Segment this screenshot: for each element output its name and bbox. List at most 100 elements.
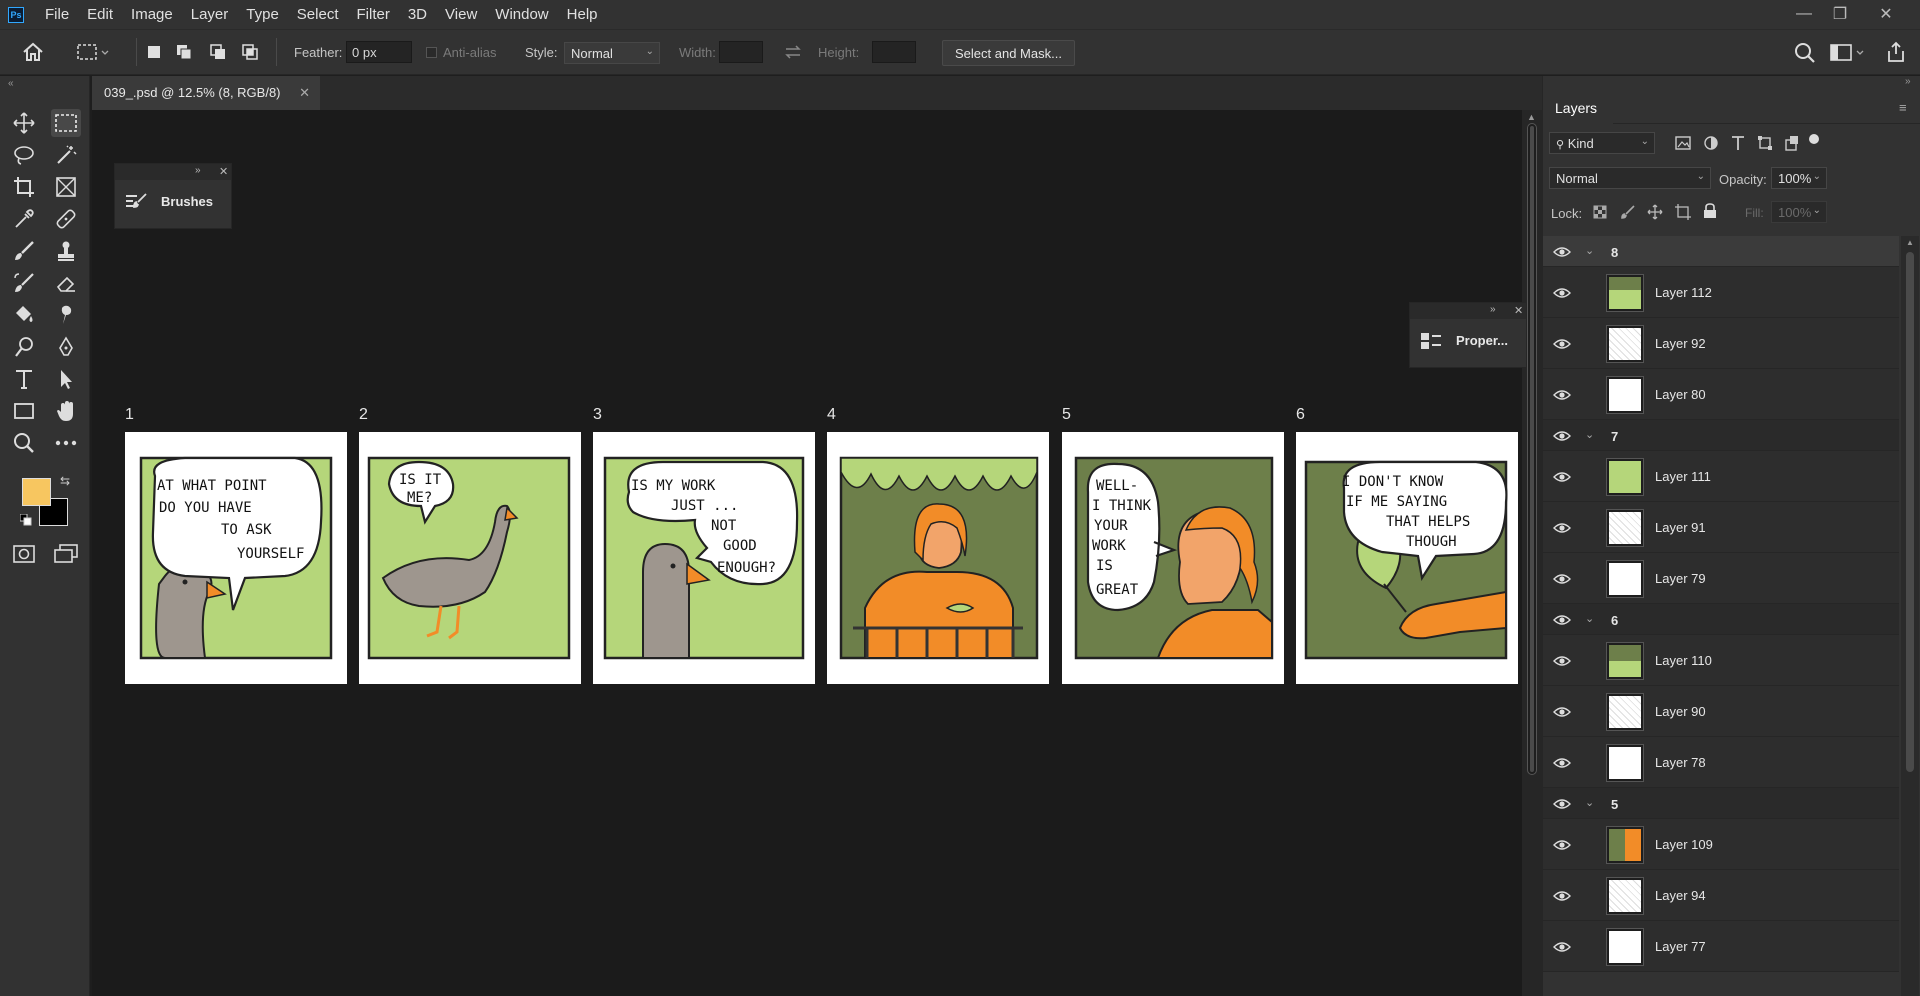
select-and-mask-button[interactable]: Select and Mask... bbox=[942, 40, 1075, 66]
visibility-eye-icon[interactable] bbox=[1553, 655, 1571, 667]
layer-row[interactable]: Layer 78 bbox=[1543, 737, 1899, 788]
layer-group-6[interactable]: ⌄ 6 bbox=[1543, 604, 1899, 635]
type-layer-filter-icon[interactable] bbox=[1731, 135, 1745, 151]
panel-menu-icon[interactable]: ≡ bbox=[1899, 100, 1907, 115]
visibility-eye-icon[interactable] bbox=[1553, 471, 1571, 483]
crop-tool-icon[interactable] bbox=[9, 173, 39, 201]
layer-group-5[interactable]: ⌄ 5 bbox=[1543, 788, 1899, 819]
share-icon[interactable] bbox=[1886, 41, 1906, 63]
move-tool-icon[interactable] bbox=[9, 109, 39, 137]
visibility-eye-icon[interactable] bbox=[1553, 839, 1571, 851]
feather-input[interactable]: 0 px bbox=[346, 41, 412, 63]
visibility-eye-icon[interactable] bbox=[1553, 798, 1571, 810]
visibility-eye-icon[interactable] bbox=[1553, 614, 1571, 626]
blend-mode-select[interactable]: Normal ⌄ bbox=[1549, 167, 1711, 189]
layer-row[interactable]: Layer 79 bbox=[1543, 553, 1899, 604]
menu-file[interactable]: File bbox=[36, 0, 78, 29]
brushes-label[interactable]: Brushes bbox=[161, 194, 213, 209]
chevron-down-icon[interactable]: ⌄ bbox=[1585, 244, 1594, 257]
type-tool-icon[interactable] bbox=[9, 365, 39, 393]
path-selection-tool-icon[interactable] bbox=[51, 365, 81, 393]
tab-layers[interactable]: Layers bbox=[1543, 90, 1613, 124]
frame-tool-icon[interactable] bbox=[51, 173, 81, 201]
layers-scrollbar[interactable]: ▲ bbox=[1901, 236, 1919, 996]
layer-row[interactable]: Layer 91 bbox=[1543, 502, 1899, 553]
width-input[interactable] bbox=[719, 41, 763, 63]
pen-tool-icon[interactable] bbox=[51, 333, 81, 361]
quick-mask-icon[interactable] bbox=[9, 540, 39, 568]
close-icon[interactable]: ✕ bbox=[1514, 304, 1523, 317]
lock-artboard-icon[interactable] bbox=[1675, 204, 1691, 220]
menu-edit[interactable]: Edit bbox=[78, 0, 122, 29]
pixel-layer-filter-icon[interactable] bbox=[1675, 136, 1691, 150]
history-brush-tool-icon[interactable] bbox=[9, 269, 39, 297]
screen-mode-icon[interactable] bbox=[51, 540, 81, 568]
layer-row[interactable]: Layer 80 bbox=[1543, 369, 1899, 420]
menu-type[interactable]: Type bbox=[237, 0, 288, 29]
layer-group-8[interactable]: ⌄ 8 bbox=[1543, 236, 1899, 267]
visibility-eye-icon[interactable] bbox=[1553, 573, 1571, 585]
close-icon[interactable]: ✕ bbox=[299, 85, 310, 101]
menu-image[interactable]: Image bbox=[122, 0, 182, 29]
comic-panel-1[interactable]: AT WHAT POINT DO YOU HAVE TO ASK YOURSEL… bbox=[125, 432, 347, 684]
layer-row[interactable]: Layer 109 bbox=[1543, 819, 1899, 870]
menu-layer[interactable]: Layer bbox=[182, 0, 238, 29]
style-select[interactable]: Normal ⌄ bbox=[564, 42, 660, 64]
restore-icon[interactable]: ❐ bbox=[1824, 3, 1856, 25]
visibility-eye-icon[interactable] bbox=[1553, 338, 1571, 350]
layer-row[interactable]: Layer 112 bbox=[1543, 267, 1899, 318]
rectangle-tool-icon[interactable] bbox=[9, 397, 39, 425]
search-icon[interactable] bbox=[1794, 42, 1816, 64]
swap-dimensions-icon[interactable] bbox=[784, 44, 802, 60]
lock-all-icon[interactable] bbox=[1703, 203, 1717, 219]
filter-toggle-icon[interactable] bbox=[1809, 134, 1819, 144]
smudge-tool-icon[interactable] bbox=[51, 301, 81, 329]
clone-stamp-tool-icon[interactable] bbox=[51, 237, 81, 265]
visibility-eye-icon[interactable] bbox=[1553, 430, 1571, 442]
chevron-down-icon[interactable]: ⌄ bbox=[1585, 428, 1594, 441]
lock-image-pixels-icon[interactable] bbox=[1621, 205, 1635, 219]
comic-panel-4[interactable] bbox=[827, 432, 1049, 684]
eraser-tool-icon[interactable] bbox=[51, 269, 81, 297]
close-window-icon[interactable]: ✕ bbox=[1870, 3, 1902, 25]
visibility-eye-icon[interactable] bbox=[1553, 389, 1571, 401]
expand-panel-icon[interactable]: » bbox=[195, 165, 201, 176]
hand-tool-icon[interactable] bbox=[51, 397, 81, 425]
brushes-icon[interactable] bbox=[125, 192, 147, 210]
menu-help[interactable]: Help bbox=[558, 0, 607, 29]
fill-input[interactable]: 100% ⌄ bbox=[1771, 201, 1827, 223]
smart-object-filter-icon[interactable] bbox=[1784, 135, 1800, 151]
zoom-tool-icon[interactable] bbox=[9, 429, 39, 457]
intersect-selection-icon[interactable] bbox=[242, 44, 258, 60]
layer-group-7[interactable]: ⌄ 7 bbox=[1543, 420, 1899, 451]
rectangular-marquee-tool-icon[interactable] bbox=[51, 109, 81, 137]
layer-row[interactable]: Layer 92 bbox=[1543, 318, 1899, 369]
filter-kind-select[interactable]: ⚲ Kind ⌄ bbox=[1549, 132, 1655, 154]
comic-panel-3[interactable]: IS MY WORK JUST ... NOT GOOD ENOUGH? bbox=[593, 432, 815, 684]
healing-brush-tool-icon[interactable] bbox=[51, 205, 81, 233]
visibility-eye-icon[interactable] bbox=[1553, 941, 1571, 953]
marquee-tool-preset-icon[interactable] bbox=[76, 42, 110, 62]
layer-row[interactable]: Layer 77 bbox=[1543, 921, 1899, 972]
adjustment-layer-filter-icon[interactable] bbox=[1703, 135, 1719, 151]
workspace-icon[interactable] bbox=[1830, 43, 1866, 63]
shape-layer-filter-icon[interactable] bbox=[1757, 135, 1773, 151]
layer-row[interactable]: Layer 110 bbox=[1543, 635, 1899, 686]
magic-wand-tool-icon[interactable] bbox=[51, 141, 81, 169]
expand-panel-icon[interactable]: » bbox=[1490, 304, 1496, 315]
chevron-down-icon[interactable]: ⌄ bbox=[1585, 612, 1594, 625]
new-selection-icon[interactable] bbox=[146, 44, 162, 60]
paint-bucket-tool-icon[interactable] bbox=[9, 301, 39, 329]
visibility-eye-icon[interactable] bbox=[1553, 706, 1571, 718]
visibility-eye-icon[interactable] bbox=[1553, 890, 1571, 902]
opacity-input[interactable]: 100% ⌄ bbox=[1771, 167, 1827, 189]
canvas-vertical-scrollbar[interactable]: ▲ bbox=[1522, 110, 1542, 996]
menu-view[interactable]: View bbox=[436, 0, 486, 29]
layer-row[interactable]: Layer 94 bbox=[1543, 870, 1899, 921]
visibility-eye-icon[interactable] bbox=[1553, 522, 1571, 534]
swap-colors-icon[interactable]: ⇆ bbox=[60, 474, 70, 488]
add-selection-icon[interactable] bbox=[176, 44, 192, 60]
chevron-down-icon[interactable]: ⌄ bbox=[1585, 796, 1594, 809]
visibility-eye-icon[interactable] bbox=[1553, 287, 1571, 299]
comic-panel-2[interactable]: IS IT ME? bbox=[359, 432, 581, 684]
